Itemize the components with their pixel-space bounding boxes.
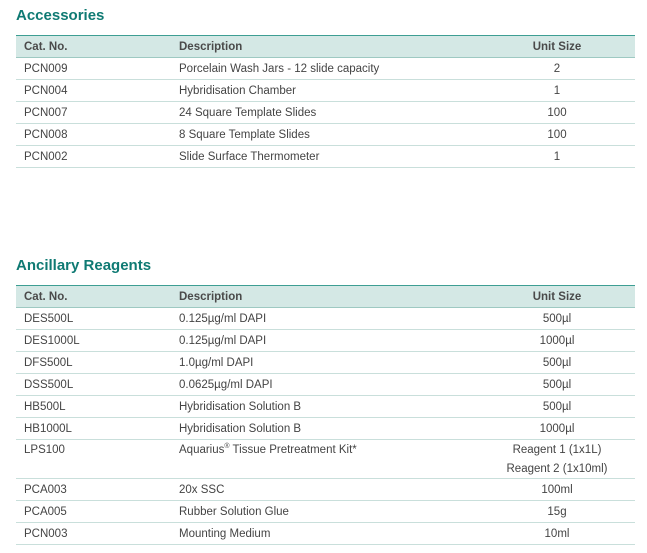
unit-size-cell: 100 bbox=[547, 128, 567, 141]
table-row: PCN004 Hybridisation Chamber 1 bbox=[16, 80, 635, 102]
ancillary-reagents-table: Cat. No. Description Unit Size DES500L 0… bbox=[16, 285, 635, 545]
header-cat-no: Cat. No. bbox=[16, 35, 171, 58]
unit-size-cell: 500µl bbox=[542, 356, 572, 369]
cat-no-cell: PCN004 bbox=[24, 84, 68, 97]
ancillary-reagents-title: Ancillary Reagents bbox=[16, 257, 152, 274]
table-row: PCN003 Mounting Medium 10ml bbox=[16, 523, 635, 545]
table-row: PCA005 Rubber Solution Glue 15g bbox=[16, 501, 635, 523]
description-cell: 0.0625µg/ml DAPI bbox=[179, 378, 273, 391]
cat-no-cell: DFS500L bbox=[24, 356, 73, 369]
description-cell: Hybridisation Chamber bbox=[179, 84, 296, 97]
unit-size-cell: Reagent 1 (1x1L) bbox=[512, 444, 602, 456]
cat-no-cell: PCN007 bbox=[24, 106, 68, 119]
unit-size-cell: 1000µl bbox=[539, 334, 575, 347]
table-row: PCN002 Slide Surface Thermometer 1 bbox=[16, 146, 635, 168]
description-cell: 8 Square Template Slides bbox=[179, 128, 310, 141]
table-row-continuation: Reagent 2 (1x10ml) bbox=[16, 460, 635, 479]
header-unit-size: Unit Size bbox=[479, 35, 635, 58]
description-cell: Aquarius® Tissue Pretreatment Kit* bbox=[171, 440, 479, 461]
cat-no-cell: PCA003 bbox=[24, 483, 67, 496]
table-row: PCN008 8 Square Template Slides 100 bbox=[16, 124, 635, 146]
table-row: DES1000L 0.125µg/ml DAPI 1000µl bbox=[16, 330, 635, 352]
table-row: PCN009 Porcelain Wash Jars - 12 slide ca… bbox=[16, 58, 635, 80]
header-description: Description bbox=[171, 285, 479, 308]
unit-size-cell: 2 bbox=[553, 62, 561, 75]
empty-cell bbox=[171, 460, 479, 479]
cat-no-cell: DSS500L bbox=[24, 378, 74, 391]
description-cell: Hybridisation Solution B bbox=[179, 422, 302, 435]
unit-size-cell: 1 bbox=[553, 84, 561, 97]
description-cell: Rubber Solution Glue bbox=[179, 505, 289, 518]
cat-no-cell: DES500L bbox=[24, 312, 74, 325]
description-cell: 24 Square Template Slides bbox=[179, 106, 317, 119]
table-row: DSS500L 0.0625µg/ml DAPI 500µl bbox=[16, 374, 635, 396]
cat-no-cell: PCN003 bbox=[24, 527, 68, 540]
unit-size-cell: 500µl bbox=[542, 312, 572, 325]
cat-no-cell: PCA005 bbox=[24, 505, 67, 518]
table-row: DES500L 0.125µg/ml DAPI 500µl bbox=[16, 308, 635, 330]
description-cell: 0.125µg/ml DAPI bbox=[179, 334, 267, 347]
description-cell: Mounting Medium bbox=[179, 527, 271, 540]
header-description: Description bbox=[171, 35, 479, 58]
table-row: PCN007 24 Square Template Slides 100 bbox=[16, 102, 635, 124]
unit-size-cell: 100ml bbox=[541, 483, 573, 496]
cat-no-cell: PCN008 bbox=[24, 128, 68, 141]
description-cell: 20x SSC bbox=[179, 483, 225, 496]
table-row: DFS500L 1.0µg/ml DAPI 500µl bbox=[16, 352, 635, 374]
table-header-row: Cat. No. Description Unit Size bbox=[16, 285, 635, 308]
table-row: LPS100 Aquarius® Tissue Pretreatment Kit… bbox=[16, 440, 635, 461]
cat-no-cell: HB500L bbox=[24, 400, 66, 413]
unit-size-cell: Reagent 2 (1x10ml) bbox=[506, 463, 608, 475]
table-header-row: Cat. No. Description Unit Size bbox=[16, 35, 635, 58]
header-unit-size: Unit Size bbox=[479, 285, 635, 308]
product-name-rest: Tissue Pretreatment Kit* bbox=[229, 444, 357, 456]
unit-size-cell: 15g bbox=[547, 505, 567, 518]
unit-size-cell: 500µl bbox=[542, 378, 572, 391]
table-row: PCA003 20x SSC 100ml bbox=[16, 479, 635, 501]
accessories-table: Cat. No. Description Unit Size PCN009 Po… bbox=[16, 35, 635, 168]
empty-cell bbox=[16, 460, 171, 479]
unit-size-cell: 500µl bbox=[542, 400, 572, 413]
description-cell: 0.125µg/ml DAPI bbox=[179, 312, 267, 325]
unit-size-cell: 1000µl bbox=[539, 422, 575, 435]
product-name: Aquarius bbox=[179, 444, 225, 456]
description-cell: 1.0µg/ml DAPI bbox=[179, 356, 254, 369]
header-cat-no: Cat. No. bbox=[16, 285, 171, 308]
unit-size-cell: 1 bbox=[553, 150, 561, 163]
cat-no-cell: PCN009 bbox=[24, 62, 68, 75]
table-row: HB500L Hybridisation Solution B 500µl bbox=[16, 396, 635, 418]
table-row: HB1000L Hybridisation Solution B 1000µl bbox=[16, 418, 635, 440]
accessories-title: Accessories bbox=[16, 7, 105, 24]
description-cell: Slide Surface Thermometer bbox=[179, 150, 320, 163]
cat-no-cell: DES1000L bbox=[24, 334, 80, 347]
description-cell: Hybridisation Solution B bbox=[179, 400, 302, 413]
cat-no-cell: HB1000L bbox=[24, 422, 72, 435]
cat-no-cell: LPS100 bbox=[24, 444, 65, 456]
cat-no-cell: PCN002 bbox=[24, 150, 68, 163]
unit-size-cell: 100 bbox=[547, 106, 567, 119]
description-cell: Porcelain Wash Jars - 12 slide capacity bbox=[179, 62, 380, 75]
unit-size-cell: 10ml bbox=[544, 527, 570, 540]
